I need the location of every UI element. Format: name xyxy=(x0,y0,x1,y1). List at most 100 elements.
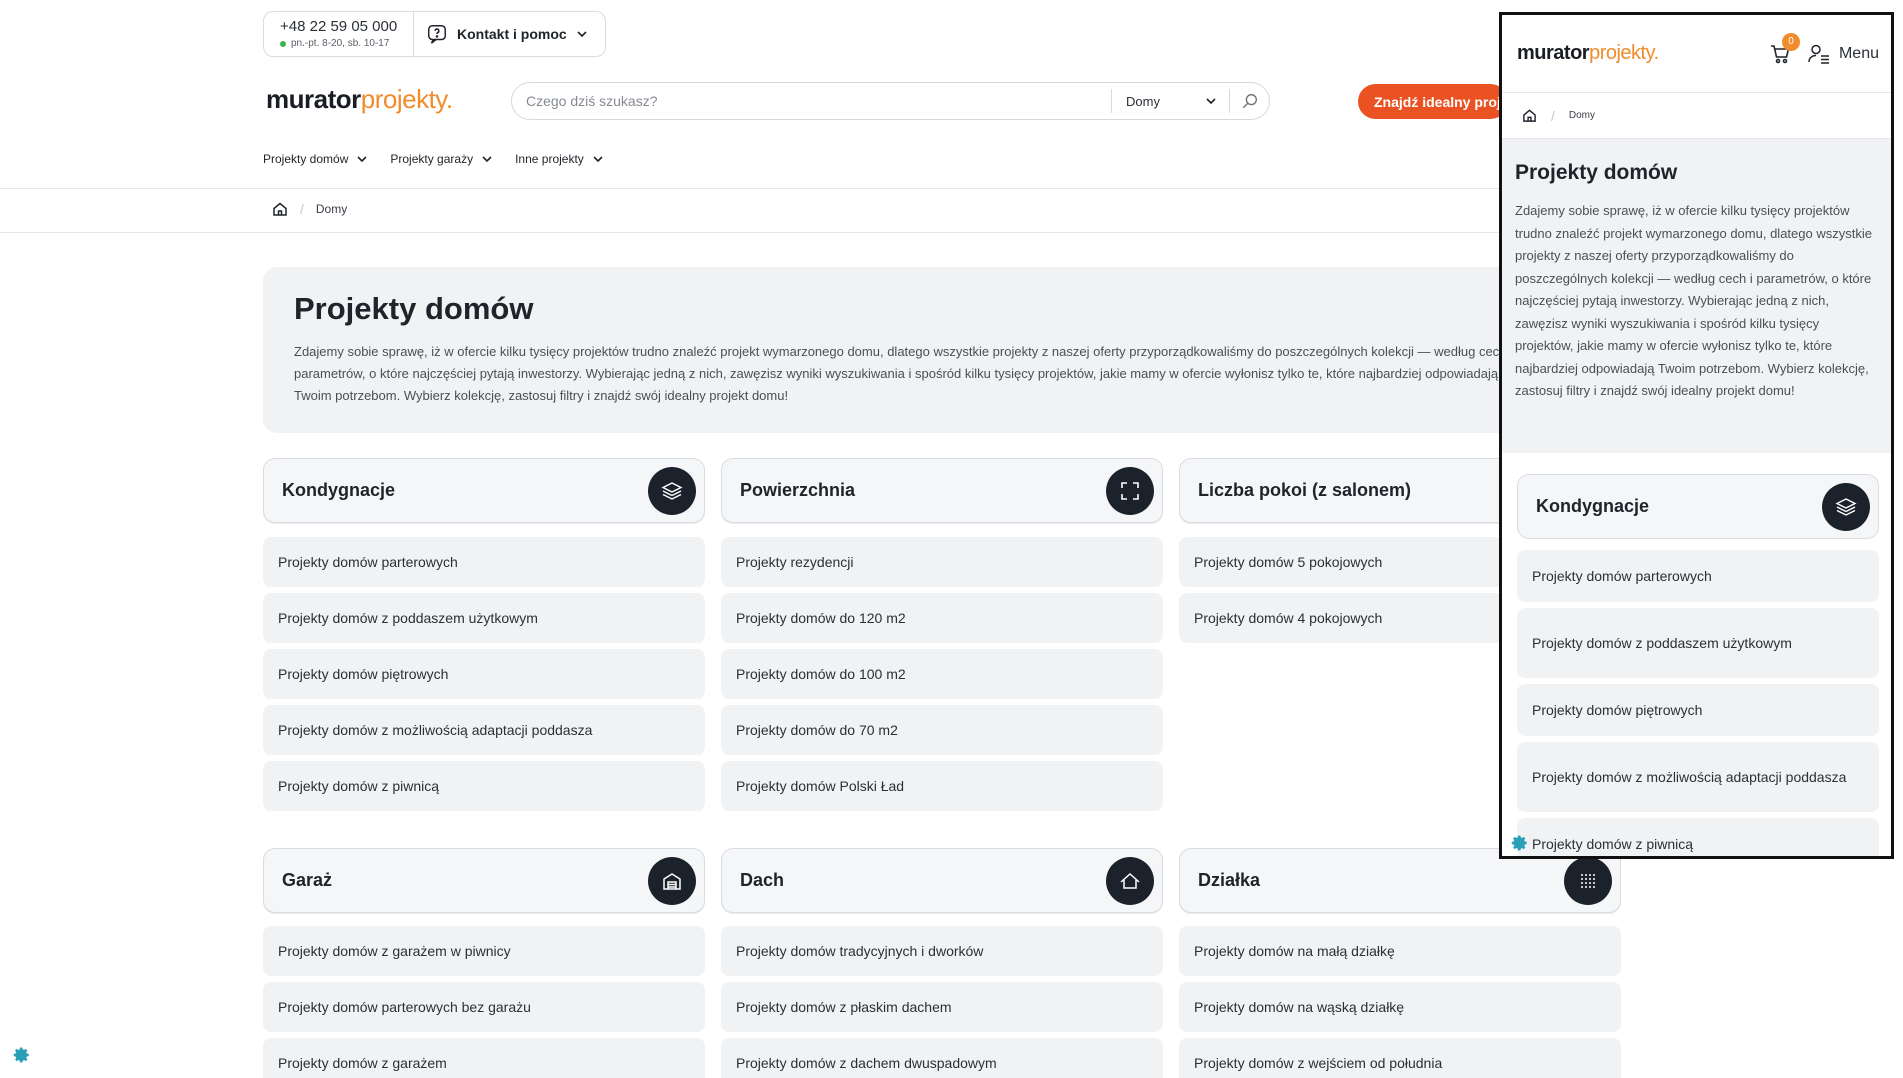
category-link[interactable]: Projekty domów Polski Ład xyxy=(721,761,1163,811)
contact-box: +48 22 59 05 000 pn.-pt. 8-20, sb. 10-17… xyxy=(263,11,606,57)
category-card-powierzchnia[interactable]: Powierzchnia xyxy=(721,458,1163,523)
menu-label: Menu xyxy=(1838,44,1879,62)
roof-icon xyxy=(1106,856,1154,905)
category-link[interactable]: Projekty domów tradycyjnych i dworków xyxy=(721,926,1163,976)
site-logo[interactable]: muratorprojekty. xyxy=(266,84,453,115)
layers-icon xyxy=(648,466,696,515)
mobile-category-card-kondygnacje[interactable]: Kondygnacje xyxy=(1517,474,1879,539)
chevron-down-icon xyxy=(1206,98,1216,105)
category-card-kondygnacje[interactable]: Kondygnacje xyxy=(263,458,705,523)
cookie-settings-gear-icon[interactable] xyxy=(13,1046,31,1064)
divider xyxy=(0,188,1500,189)
search-input[interactable] xyxy=(512,83,1111,119)
category-link[interactable]: Projekty domów z piwnicą xyxy=(1517,818,1879,856)
breadcrumb-separator: / xyxy=(300,201,304,217)
search-scope-value: Domy xyxy=(1126,93,1160,109)
search-button[interactable] xyxy=(1229,89,1269,113)
chat-question-icon xyxy=(428,25,446,44)
logo-part-projekty: projekty. xyxy=(360,84,453,114)
category-links-dzialka: Projekty domów na małą działkę Projekty … xyxy=(1179,926,1621,1078)
category-link[interactable]: Projekty domów z poddaszem użytkowym xyxy=(1517,608,1879,678)
category-title: Dach xyxy=(740,870,785,890)
category-card-garaz[interactable]: Garaż xyxy=(263,848,705,913)
cookie-settings-gear-icon[interactable] xyxy=(1511,834,1529,852)
garage-icon xyxy=(648,856,696,905)
grid-dots-icon xyxy=(1564,856,1612,905)
find-ideal-project-button[interactable]: Znajdź idealny projekt xyxy=(1358,84,1508,119)
phone-number[interactable]: +48 22 59 05 000 xyxy=(280,18,413,35)
category-link[interactable]: Projekty domów piętrowych xyxy=(263,649,705,699)
category-links-garaz: Projekty domów z garażem w piwnicy Proje… xyxy=(263,926,705,1078)
category-links-dach: Projekty domów tradycyjnych i dworków Pr… xyxy=(721,926,1163,1078)
category-link[interactable]: Projekty domów z możliwością adaptacji p… xyxy=(263,705,705,755)
status-dot-icon xyxy=(280,40,286,47)
chevron-down-icon xyxy=(593,156,603,163)
category-link[interactable]: Projekty domów z piwnicą xyxy=(263,761,705,811)
category-link[interactable]: Projekty rezydencji xyxy=(721,537,1163,587)
mobile-breadcrumb: / Domy xyxy=(1502,93,1891,139)
breadcrumb: / Domy xyxy=(272,201,347,217)
chevron-down-icon xyxy=(482,156,492,163)
category-link[interactable]: Projekty domów z możliwością adaptacji p… xyxy=(1517,742,1879,812)
category-links-kondygnacje: Projekty domów parterowych Projekty domó… xyxy=(263,537,705,817)
category-link[interactable]: Projekty domów parterowych xyxy=(263,537,705,587)
nav-label: Projekty domów xyxy=(263,152,349,166)
category-link[interactable]: Projekty domów na wąską działkę xyxy=(1179,982,1621,1032)
breadcrumb-current: Domy xyxy=(315,202,348,216)
home-icon[interactable] xyxy=(1522,108,1537,123)
category-link[interactable]: Projekty domów z poddaszem użytkowym xyxy=(263,593,705,643)
search-icon xyxy=(1242,94,1257,109)
category-link[interactable]: Projekty domów z płaskim dachem xyxy=(721,982,1163,1032)
mobile-intro-text: Zdajemy sobie sprawę, iż w ofercie kilku… xyxy=(1515,203,1872,398)
hours-text: pn.-pt. 8-20, sb. 10-17 xyxy=(291,38,390,49)
menu-button[interactable]: Menu xyxy=(1807,42,1879,66)
category-links-powierzchnia: Projekty rezydencji Projekty domów do 12… xyxy=(721,537,1163,817)
nav-item-house-projects[interactable]: Projekty domów xyxy=(263,152,368,166)
category-card-dach[interactable]: Dach xyxy=(721,848,1163,913)
category-title: Kondygnacje xyxy=(282,480,396,500)
category-link[interactable]: Projekty domów z dachem dwuspadowym xyxy=(721,1038,1163,1078)
opening-hours: pn.-pt. 8-20, sb. 10-17 xyxy=(280,38,413,49)
page-title: Projekty domów xyxy=(294,291,534,326)
category-link[interactable]: Projekty domów do 70 m2 xyxy=(721,705,1163,755)
mobile-category-links: Projekty domów parterowych Projekty domó… xyxy=(1517,550,1879,856)
phone-block[interactable]: +48 22 59 05 000 pn.-pt. 8-20, sb. 10-17 xyxy=(264,12,414,56)
intro-section: Projekty domów Zdajemy sobie sprawę, iż … xyxy=(263,267,1563,433)
category-link[interactable]: Projekty domów parterowych xyxy=(1517,550,1879,602)
category-link[interactable]: Projekty domów z garażem w piwnicy xyxy=(263,926,705,976)
nav-label: Projekty garaży xyxy=(390,152,474,166)
divider xyxy=(0,232,1500,233)
intro-text: Zdajemy sobie sprawę, iż w ofercie kilku… xyxy=(294,344,1513,403)
search-scope-select[interactable]: Domy xyxy=(1111,89,1229,113)
cart-button[interactable]: 0 xyxy=(1769,32,1800,65)
category-link[interactable]: Projekty domów na małą działkę xyxy=(1179,926,1621,976)
layers-icon xyxy=(1822,482,1870,531)
category-link[interactable]: Projekty domów do 120 m2 xyxy=(721,593,1163,643)
category-link[interactable]: Projekty domów z garażem xyxy=(263,1038,705,1078)
nav-item-other-projects[interactable]: Inne projekty xyxy=(515,152,604,166)
main-nav: Projekty domów Projekty garaży Inne proj… xyxy=(263,152,604,166)
mobile-site-logo[interactable]: muratorprojekty. xyxy=(1517,42,1659,65)
category-link[interactable]: Projekty domów do 100 m2 xyxy=(721,649,1163,699)
chevron-down-icon xyxy=(357,156,367,163)
category-link[interactable]: Projekty domów parterowych bez garażu xyxy=(263,982,705,1032)
logo-part-murator: murator xyxy=(266,84,361,114)
mobile-page-title: Projekty domów xyxy=(1515,161,1678,184)
logo-part-murator: murator xyxy=(1517,42,1590,64)
help-dropdown[interactable]: Kontakt i pomoc xyxy=(414,12,605,56)
nav-item-garage-projects[interactable]: Projekty garaży xyxy=(390,152,493,166)
breadcrumb-current: Domy xyxy=(1568,110,1596,121)
chevron-down-icon xyxy=(577,31,587,38)
help-label: Kontakt i pomoc xyxy=(457,26,567,42)
breadcrumb-separator: / xyxy=(1551,107,1555,124)
search-bar: Domy xyxy=(511,82,1270,120)
category-link[interactable]: Projekty domów z wejściem od południa xyxy=(1179,1038,1621,1078)
category-title: Liczba pokoi (z salonem) xyxy=(1198,480,1412,500)
category-title: Działka xyxy=(1198,870,1261,890)
category-title: Garaż xyxy=(282,870,333,890)
mobile-preview-panel: muratorprojekty. 0 Menu / Domy Projekty … xyxy=(1499,12,1894,859)
cart-count-badge: 0 xyxy=(1781,32,1800,51)
home-icon[interactable] xyxy=(272,201,288,217)
category-link[interactable]: Projekty domów piętrowych xyxy=(1517,684,1879,736)
category-title: Kondygnacje xyxy=(1536,496,1650,516)
